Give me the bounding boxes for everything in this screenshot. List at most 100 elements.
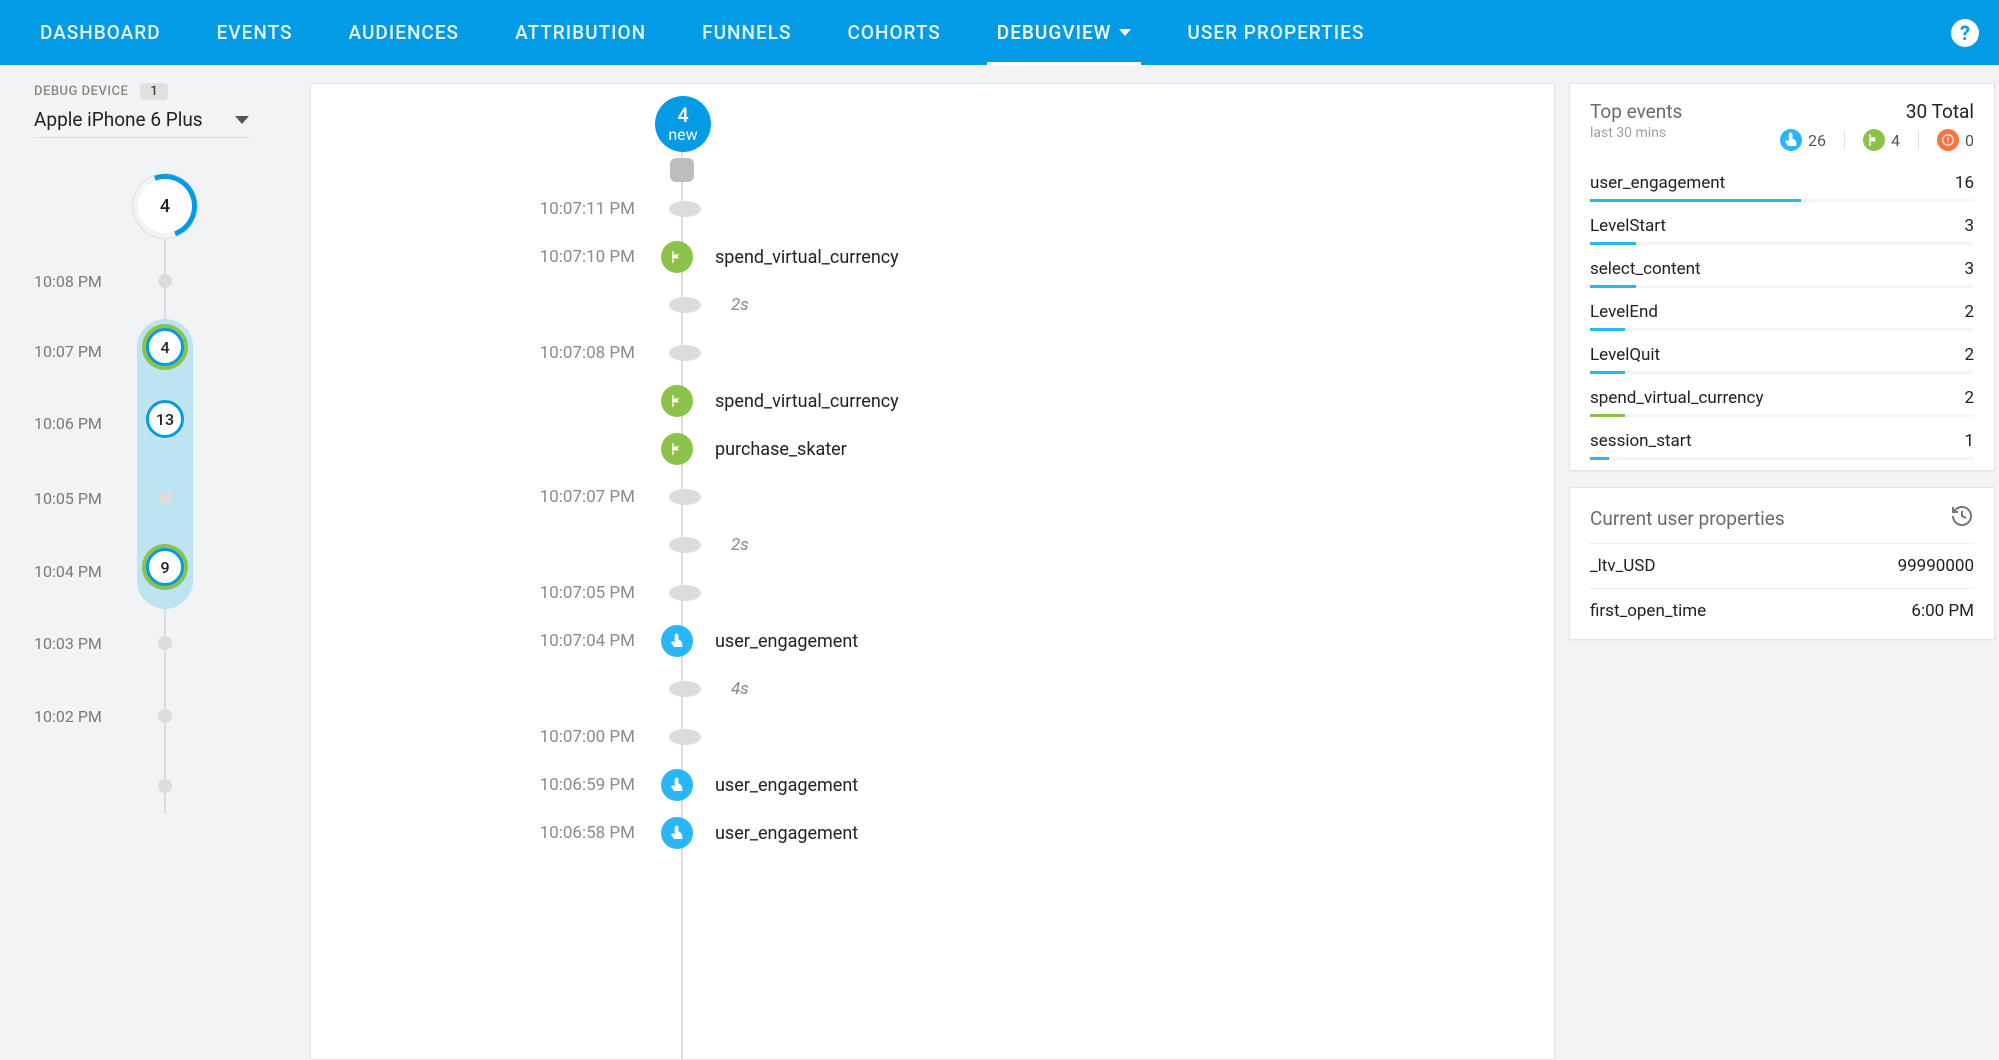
- left-column: DEBUG DEVICE 1 Apple iPhone 6 Plus 4 10:…: [10, 83, 310, 1060]
- error-icon: [1937, 129, 1959, 151]
- minute-label: 10:03 PM: [34, 634, 119, 653]
- tab-audiences[interactable]: AUDIENCES: [349, 0, 460, 65]
- top-event-row[interactable]: spend_virtual_currency2: [1590, 378, 1974, 410]
- top-event-name: user_engagement: [1590, 173, 1725, 193]
- top-event-row[interactable]: session_start 1: [1590, 421, 1974, 453]
- top-event-row[interactable]: LevelStart 3: [1590, 206, 1974, 238]
- minute-dot: [158, 491, 172, 505]
- top-events-title: Top events: [1590, 100, 1682, 123]
- minute-label: 10:08 PM: [34, 272, 119, 291]
- event-row[interactable]: 10:07:04 PM user_engagement: [311, 616, 1554, 666]
- gap-label: 2s: [731, 535, 749, 555]
- user-properties-card: Current user properties _ltv_USD99990000…: [1569, 487, 1995, 640]
- flag-icon: [1863, 129, 1885, 151]
- event-row[interactable]: 2s: [311, 280, 1554, 330]
- event-row[interactable]: 10:06:59 PMuser_engagement: [311, 760, 1554, 810]
- chevron-down-icon: [1119, 29, 1131, 36]
- tap-icon: [661, 769, 693, 801]
- timeline-head-bubble[interactable]: 4: [133, 174, 197, 238]
- gap-dot: [669, 537, 701, 553]
- event-name: user_engagement: [715, 631, 858, 652]
- tab-attribution[interactable]: ATTRIBUTION: [515, 0, 646, 65]
- top-events-card: Top events last 30 mins 30 Total 26: [1569, 83, 1995, 471]
- event-row[interactable]: 10:07:10 PMspend_virtual_currency: [311, 232, 1554, 282]
- event-name: spend_virtual_currency: [715, 391, 899, 412]
- minute-label: 10:02 PM: [34, 707, 119, 726]
- timeline-head-marker: [670, 158, 694, 182]
- tab-events[interactable]: EVENTS: [217, 0, 293, 65]
- top-nav: DASHBOARD EVENTS AUDIENCES ATTRIBUTION F…: [0, 0, 1999, 65]
- top-event-value: 2: [1964, 345, 1974, 365]
- minute-bubble[interactable]: 13: [146, 400, 184, 438]
- user-prop-value: 6:00 PM: [1911, 601, 1974, 621]
- top-event-value: 2: [1964, 302, 1974, 322]
- minute-dot: [158, 636, 172, 650]
- gap-label: 4s: [731, 679, 749, 699]
- top-event-value: 3: [1964, 216, 1974, 236]
- top-event-row[interactable]: LevelQuit2: [1590, 335, 1974, 367]
- top-event-value: 2: [1964, 388, 1974, 408]
- new-events-badge[interactable]: 4 new: [655, 96, 711, 152]
- tab-dashboard[interactable]: DASHBOARD: [40, 0, 161, 65]
- debug-device-count: 1: [140, 83, 167, 100]
- tab-debugview[interactable]: DEBUGVIEW: [997, 0, 1132, 65]
- minute-label: 10:04 PM: [34, 562, 119, 581]
- top-event-bar: [1590, 457, 1974, 460]
- gap-label: 2s: [731, 295, 749, 315]
- history-icon[interactable]: [1950, 504, 1974, 533]
- top-event-name: LevelStart: [1590, 216, 1666, 236]
- tab-funnels[interactable]: FUNNELS: [702, 0, 791, 65]
- minute-label: 10:06 PM: [34, 414, 119, 433]
- top-event-row[interactable]: LevelEnd 2: [1590, 292, 1974, 324]
- event-row: 10:07:08 PM: [311, 328, 1554, 378]
- event-time: 10:06:58 PM: [311, 823, 661, 843]
- user-prop-row[interactable]: _ltv_USD99990000: [1590, 543, 1974, 588]
- event-time: 10:07:05 PM: [311, 583, 661, 603]
- top-event-bar: [1590, 285, 1974, 288]
- top-event-row[interactable]: select_content 3: [1590, 249, 1974, 281]
- minutes-timeline[interactable]: 4 10:08 PM 10:07 PM 4 10:06 PM 13 10:05 …: [34, 174, 300, 814]
- tab-user-properties[interactable]: USER PROPERTIES: [1187, 0, 1364, 65]
- event-dot: [669, 489, 701, 505]
- event-time: 10:06:59 PM: [311, 775, 661, 795]
- event-dot: [669, 201, 701, 217]
- event-row[interactable]: purchase_skater: [311, 424, 1554, 474]
- minute-dot: [158, 779, 172, 793]
- top-event-bar: [1590, 242, 1974, 245]
- user-prop-row[interactable]: first_open_time 6:00 PM: [1590, 588, 1974, 633]
- event-time: 10:07:11 PM: [311, 199, 661, 219]
- event-row[interactable]: 2s: [311, 520, 1554, 570]
- top-events-total: 30 Total: [1780, 100, 1974, 123]
- event-time: 10:07:04 PM: [311, 631, 661, 651]
- event-name: purchase_skater: [715, 439, 847, 460]
- tap-icon: [1780, 129, 1802, 151]
- minute-bubble[interactable]: 4: [146, 328, 184, 366]
- event-time: 10:07:00 PM: [311, 727, 661, 747]
- tap-icon: [661, 625, 693, 657]
- device-selector[interactable]: Apple iPhone 6 Plus: [34, 100, 249, 138]
- help-button[interactable]: ?: [1951, 19, 1979, 47]
- minute-dot: [158, 709, 172, 723]
- event-row[interactable]: spend_virtual_currency: [311, 376, 1554, 426]
- top-event-name: select_content: [1590, 259, 1701, 279]
- minute-dot: [158, 274, 172, 288]
- user-prop-name: first_open_time: [1590, 601, 1706, 621]
- top-event-row[interactable]: user_engagement16: [1590, 163, 1974, 195]
- top-event-bar: [1590, 199, 1974, 202]
- user-prop-value: 99990000: [1898, 556, 1974, 576]
- flag-icon: [661, 385, 693, 417]
- minute-label: 10:05 PM: [34, 489, 119, 508]
- top-event-value: 3: [1964, 259, 1974, 279]
- event-time: 10:07:08 PM: [311, 343, 661, 363]
- top-event-value: 1: [1964, 431, 1974, 451]
- tab-cohorts[interactable]: COHORTS: [847, 0, 940, 65]
- event-row[interactable]: 10:06:58 PMuser_engagement: [311, 808, 1554, 858]
- top-event-name: session_start: [1590, 431, 1692, 451]
- seconds-timeline-card: 4 new 10:07:11 PM 10:07:10 PMspend_virtua…: [310, 83, 1555, 1060]
- event-row[interactable]: 4s: [311, 664, 1554, 714]
- minute-label: 10:07 PM: [34, 342, 119, 361]
- top-event-name: LevelEnd: [1590, 302, 1658, 322]
- minute-bubble[interactable]: 9: [146, 548, 184, 586]
- top-event-bar: [1590, 371, 1974, 374]
- user-properties-title: Current user properties: [1590, 507, 1785, 530]
